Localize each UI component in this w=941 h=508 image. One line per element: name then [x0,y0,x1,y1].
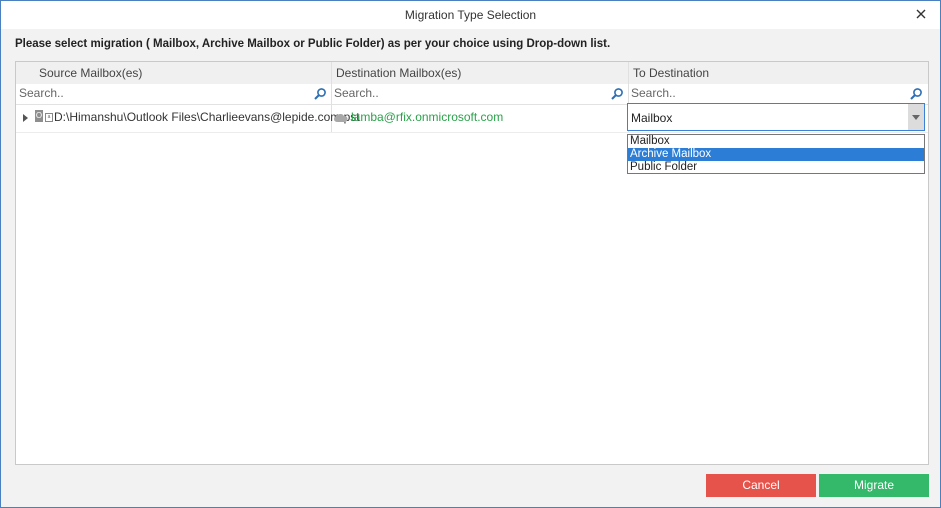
search-icon[interactable] [313,87,327,101]
migration-type-dropdown: Mailbox Archive Mailbox Public Folder [627,134,925,174]
source-search-cell [16,84,331,105]
search-icon[interactable] [909,87,923,101]
chevron-down-icon [912,115,920,120]
pst-file-icon: O [35,110,43,122]
mailbox-grid: Source Mailbox(es) Destination Mailbox(e… [15,61,929,465]
title-bar: Migration Type Selection [1,1,940,29]
to-destination-search-cell [628,84,928,105]
cancel-button[interactable]: Cancel [706,474,816,497]
column-header-destination[interactable]: Destination Mailbox(es) [331,62,628,85]
dropdown-button[interactable] [908,104,924,130]
destination-search-input[interactable] [334,85,614,101]
cloud-icon [334,114,348,122]
destination-mailbox: lamba@rfix.onmicrosoft.com [351,110,504,124]
migration-type-dialog: Migration Type Selection Please select m… [0,0,941,508]
window-title: Migration Type Selection [404,8,537,22]
to-destination-search-input[interactable] [631,85,911,101]
selected-migration-type: Mailbox [631,111,673,125]
close-icon[interactable] [914,7,928,21]
migrate-button[interactable]: Migrate [819,474,929,497]
source-search-input[interactable] [19,85,299,101]
option-mailbox[interactable]: Mailbox [628,135,924,148]
column-header-source[interactable]: Source Mailbox(es) [16,62,331,85]
expand-arrow-icon[interactable] [23,114,28,122]
pst-file-icon: a [45,113,53,122]
source-path: D:\Himanshu\Outlook Files\Charlieevans@l… [54,110,360,124]
migration-type-select[interactable]: Mailbox [627,103,925,131]
option-public-folder[interactable]: Public Folder [628,161,924,174]
column-header-to-destination[interactable]: To Destination [628,62,928,85]
instruction-text: Please select migration ( Mailbox, Archi… [15,38,611,50]
destination-search-cell [331,84,628,105]
search-icon[interactable] [610,87,624,101]
option-archive-mailbox[interactable]: Archive Mailbox [628,148,924,161]
